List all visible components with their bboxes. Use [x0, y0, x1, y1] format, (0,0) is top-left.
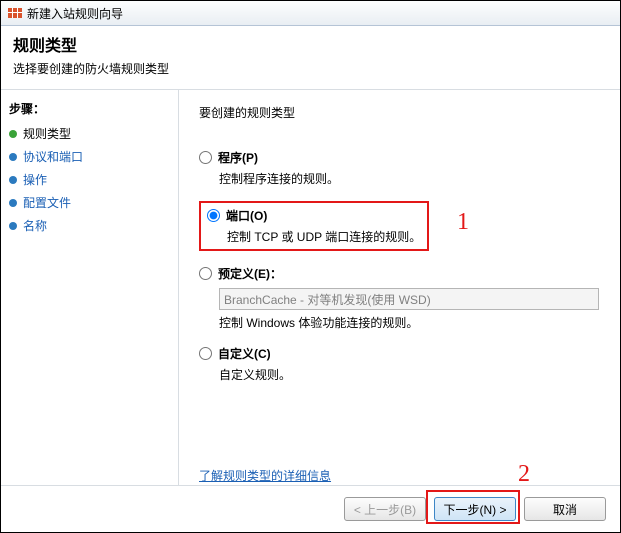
radio-predefined[interactable] [199, 267, 212, 280]
step-name[interactable]: 名称 [9, 217, 170, 234]
option-program-text: 程序(P) [218, 149, 258, 166]
cancel-button[interactable]: 取消 [524, 497, 606, 521]
step-label: 操作 [23, 171, 47, 188]
next-button[interactable]: 下一步(N) > [434, 497, 516, 521]
step-protocol-port[interactable]: 协议和端口 [9, 148, 170, 165]
step-rule-type[interactable]: 规则类型 [9, 125, 170, 142]
titlebar: 新建入站规则向导 [1, 1, 620, 26]
steps-heading: 步骤： [9, 100, 170, 117]
firewall-icon [7, 5, 23, 21]
bullet-icon [9, 222, 17, 230]
wizard-window: 新建入站规则向导 规则类型 选择要创建的防火墙规则类型 步骤： 规则类型 协议和… [0, 0, 621, 533]
option-port: 端口(O) 控制 TCP 或 UDP 端口连接的规则。 1 [199, 201, 604, 251]
step-label: 协议和端口 [23, 148, 83, 165]
option-predefined-label[interactable]: 预定义(E)： [199, 265, 604, 282]
step-action[interactable]: 操作 [9, 171, 170, 188]
option-program-desc: 控制程序连接的规则。 [219, 170, 604, 187]
step-label: 规则类型 [23, 125, 71, 142]
bullet-icon [9, 199, 17, 207]
footer: < 上一步(B) 下一步(N) > 取消 [1, 485, 620, 532]
annotation-box-1: 端口(O) 控制 TCP 或 UDP 端口连接的规则。 [199, 201, 429, 251]
predefined-select [219, 288, 599, 310]
bullet-icon [9, 176, 17, 184]
content-pane: 要创建的规则类型 程序(P) 控制程序连接的规则。 端口(O) 控制 TCP 或… [179, 90, 620, 533]
annotation-label-1: 1 [457, 209, 469, 236]
radio-program[interactable] [199, 151, 212, 164]
page-header: 规则类型 选择要创建的防火墙规则类型 [1, 26, 620, 90]
option-custom-desc: 自定义规则。 [219, 366, 604, 383]
option-port-label[interactable]: 端口(O) [207, 207, 421, 224]
page-title: 规则类型 [13, 32, 608, 56]
option-custom-text: 自定义(C) [218, 345, 271, 362]
option-program: 程序(P) 控制程序连接的规则。 [199, 149, 604, 187]
step-label: 配置文件 [23, 194, 71, 211]
radio-port[interactable] [207, 209, 220, 222]
option-custom-label[interactable]: 自定义(C) [199, 345, 604, 362]
bullet-icon [9, 130, 17, 138]
step-profile[interactable]: 配置文件 [9, 194, 170, 211]
window-title: 新建入站规则向导 [27, 5, 123, 22]
option-program-label[interactable]: 程序(P) [199, 149, 604, 166]
option-custom: 自定义(C) 自定义规则。 [199, 345, 604, 383]
option-port-desc: 控制 TCP 或 UDP 端口连接的规则。 [227, 228, 421, 245]
page-subtitle: 选择要创建的防火墙规则类型 [13, 60, 608, 77]
content-prompt: 要创建的规则类型 [199, 104, 604, 121]
steps-sidebar: 步骤： 规则类型 协议和端口 操作 配置文件 名称 [1, 90, 179, 533]
bullet-icon [9, 153, 17, 161]
option-predefined-desc: 控制 Windows 体验功能连接的规则。 [219, 314, 604, 331]
option-predefined-text: 预定义(E)： [218, 265, 282, 282]
radio-custom[interactable] [199, 347, 212, 360]
option-port-text: 端口(O) [226, 207, 267, 224]
step-label: 名称 [23, 217, 47, 234]
back-button: < 上一步(B) [344, 497, 426, 521]
option-predefined: 预定义(E)： 控制 Windows 体验功能连接的规则。 [199, 265, 604, 331]
learn-more-link[interactable]: 了解规则类型的详细信息 [199, 467, 331, 484]
annotation-label-2: 2 [518, 461, 530, 488]
